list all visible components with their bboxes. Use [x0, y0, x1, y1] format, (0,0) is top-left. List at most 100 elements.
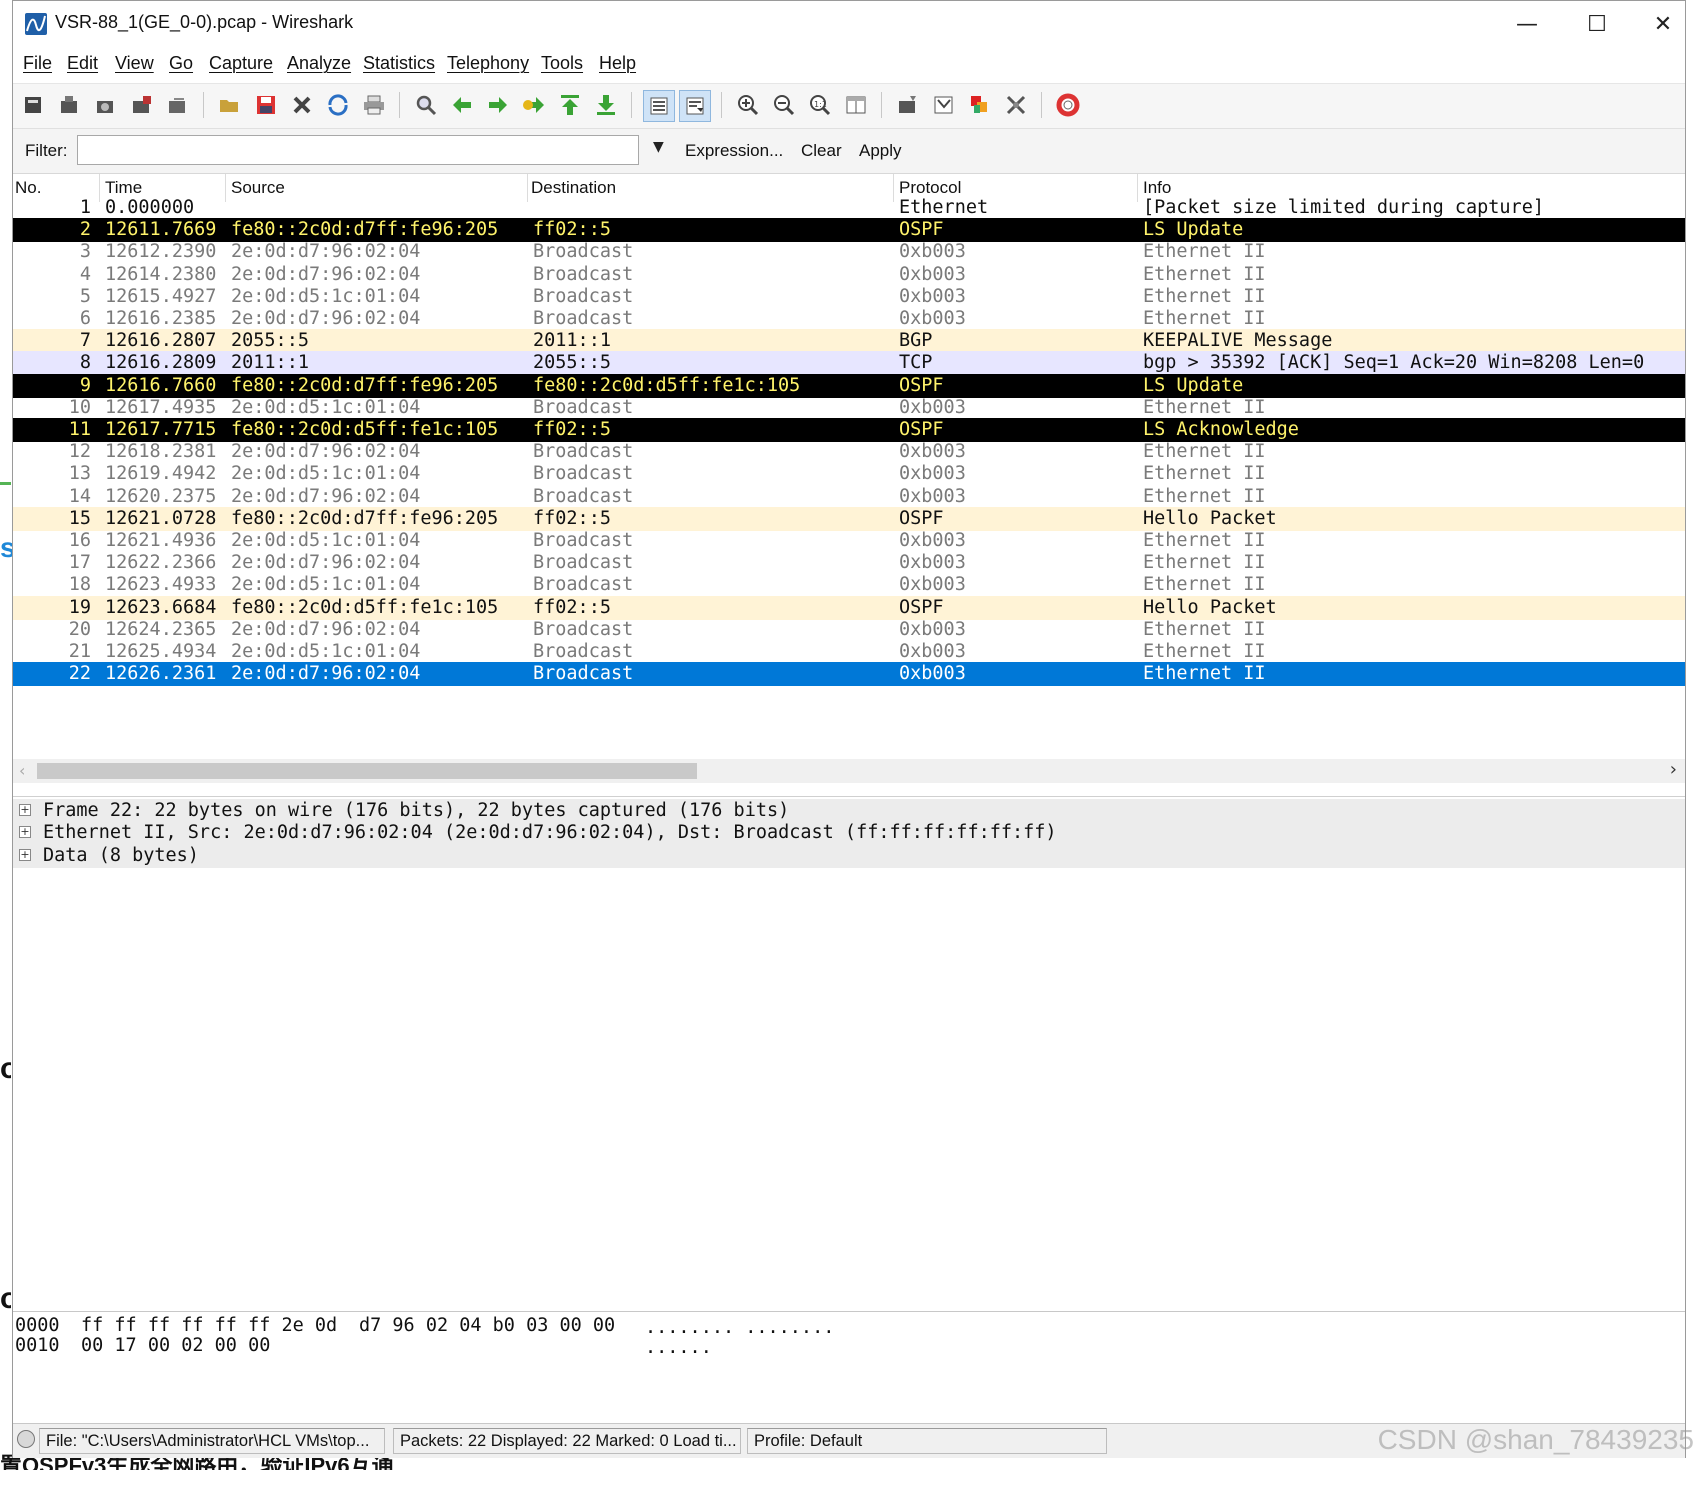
- packet-info: [Packet size limited during capture]: [1143, 197, 1544, 218]
- packet-row[interactable]: 11 12617.7715 fe80::2c0d:d5ff:fe1c:105 ff02…: [13, 418, 1685, 442]
- expand-icon[interactable]: +: [19, 826, 31, 839]
- go-first-icon[interactable]: [555, 90, 585, 120]
- maximize-button[interactable]: ☐: [1575, 7, 1619, 41]
- find-packet-icon[interactable]: [411, 90, 441, 120]
- column-header-destination[interactable]: Destination: [531, 178, 616, 198]
- packet-info: Ethernet II: [1143, 641, 1266, 662]
- column-header-protocol[interactable]: Protocol: [899, 178, 961, 198]
- expression-button[interactable]: Expression...: [685, 141, 783, 161]
- minimize-button[interactable]: —: [1505, 7, 1549, 41]
- menu-view[interactable]: View: [115, 53, 154, 74]
- column-header-source[interactable]: Source: [231, 178, 285, 198]
- packet-row[interactable]: 15 12621.0728 fe80::2c0d:d7ff:fe96:205 ff02…: [13, 506, 1685, 531]
- packet-row[interactable]: 6 12616.2385 2e:0d:d7:96:02:04 Broadcast 0xb…: [13, 307, 1685, 331]
- stop-capture-icon[interactable]: [127, 90, 157, 120]
- packet-row[interactable]: 2 12611.7669 fe80::2c0d:d7ff:fe96:205 ff02:…: [13, 218, 1685, 243]
- packet-row[interactable]: 13 12619.4942 2e:0d:d5:1c:01:04 Broadcast 0x…: [13, 462, 1685, 486]
- scroll-left-icon[interactable]: ‹: [19, 761, 25, 780]
- save-file-icon[interactable]: [251, 90, 281, 120]
- zoom-in-icon[interactable]: [733, 90, 763, 120]
- packet-row[interactable]: 17 12622.2366 2e:0d:d7:96:02:04 Broadcast 0x…: [13, 551, 1685, 575]
- expand-icon[interactable]: +: [19, 804, 31, 816]
- menu-capture[interactable]: Capture: [209, 53, 273, 74]
- zoom-normal-icon[interactable]: 1:1: [805, 90, 835, 120]
- bytes-hex: 00 17 00 02 00 00: [81, 1335, 271, 1356]
- menu-file[interactable]: File: [23, 53, 52, 74]
- autoscroll-icon[interactable]: [679, 90, 711, 122]
- colorize-icon[interactable]: [643, 90, 675, 122]
- detail-tree-item[interactable]: + Ethernet II, Src: 2e:0d:d7:96:02:04 (2e…: [13, 821, 1685, 846]
- filter-input[interactable]: [77, 135, 639, 165]
- packet-row[interactable]: 3 12612.2390 2e:0d:d7:96:02:04 Broadcast 0xb…: [13, 240, 1685, 264]
- capture-filters-icon[interactable]: [893, 90, 923, 120]
- close-button[interactable]: ✕: [1641, 7, 1685, 41]
- go-to-packet-icon[interactable]: [519, 90, 549, 120]
- display-filters-icon[interactable]: [929, 90, 959, 120]
- filter-dropdown-icon[interactable]: ▼: [653, 139, 664, 155]
- preferences-icon[interactable]: [1001, 90, 1031, 120]
- column-header-no[interactable]: No.: [15, 178, 41, 198]
- expert-info-led-icon[interactable]: [17, 1430, 35, 1448]
- reload-icon[interactable]: [323, 90, 353, 120]
- zoom-out-icon[interactable]: [769, 90, 799, 120]
- packet-row[interactable]: 18 12623.4933 2e:0d:d5:1c:01:04 Broadcast 0x…: [13, 573, 1685, 597]
- packet-row[interactable]: 21 12625.4934 2e:0d:d5:1c:01:04 Broadcast 0x…: [13, 640, 1685, 664]
- packet-row[interactable]: 14 12620.2375 2e:0d:d7:96:02:04 Broadcast 0x…: [13, 485, 1685, 509]
- resize-columns-icon[interactable]: [841, 90, 871, 120]
- packet-source: 2e:0d:d7:96:02:04: [231, 441, 421, 463]
- packet-destination: Broadcast: [533, 552, 634, 574]
- menu-tools[interactable]: Tools: [541, 53, 583, 74]
- scrollbar-thumb[interactable]: [37, 763, 697, 779]
- column-header-info[interactable]: Info: [1143, 178, 1171, 198]
- menu-analyze[interactable]: Analyze: [287, 53, 351, 74]
- open-file-icon[interactable]: [215, 90, 245, 120]
- detail-tree-item[interactable]: + Data (8 bytes): [13, 843, 1685, 868]
- coloring-rules-icon[interactable]: [965, 90, 995, 120]
- packet-row[interactable]: 22 12626.2361 2e:0d:d7:96:02:04 Broadcast 0x…: [13, 662, 1685, 687]
- menu-help[interactable]: Help: [599, 53, 636, 74]
- packet-row[interactable]: 9 12616.7660 fe80::2c0d:d7ff:fe96:205 fe80:…: [13, 373, 1685, 398]
- clear-button[interactable]: Clear: [801, 141, 842, 161]
- packet-row[interactable]: 7 12616.2807 2055::5 2011::1 BGP KEEPALIVE Me…: [13, 329, 1685, 354]
- print-icon[interactable]: [359, 90, 389, 120]
- go-back-icon[interactable]: [447, 90, 477, 120]
- packet-destination: Broadcast: [533, 530, 634, 551]
- interfaces-icon[interactable]: [19, 90, 49, 120]
- menu-go[interactable]: Go: [169, 53, 193, 74]
- packet-protocol: 0xb003: [899, 241, 966, 263]
- packet-row[interactable]: 1 0.000000 Ethernet [Packet size limited du…: [13, 196, 1685, 220]
- expand-icon[interactable]: +: [19, 848, 31, 861]
- packet-time: 12612.2390: [105, 241, 217, 263]
- packet-row[interactable]: 5 12615.4927 2e:0d:d5:1c:01:04 Broadcast 0xb…: [13, 285, 1685, 309]
- go-last-icon[interactable]: [591, 90, 621, 120]
- packet-row[interactable]: 4 12614.2380 2e:0d:d7:96:02:04 Broadcast 0xb…: [13, 263, 1685, 287]
- packet-info: Hello Packet: [1143, 507, 1277, 529]
- apply-button[interactable]: Apply: [859, 141, 902, 161]
- restart-capture-icon[interactable]: [163, 90, 193, 120]
- packet-row[interactable]: 10 12617.4935 2e:0d:d5:1c:01:04 Broadcast 0x…: [13, 396, 1685, 420]
- status-profile[interactable]: Profile: Default: [747, 1428, 1107, 1454]
- packet-source: fe80::2c0d:d7ff:fe96:205: [231, 219, 499, 241]
- help-icon[interactable]: [1053, 90, 1083, 120]
- packet-info: Ethernet II: [1143, 285, 1266, 307]
- packet-no: 7: [79, 330, 91, 352]
- close-file-icon[interactable]: [287, 90, 317, 120]
- menu-statistics[interactable]: Statistics: [363, 53, 435, 74]
- detail-tree-item[interactable]: + Frame 22: 22 bytes on wire (176 bits), …: [13, 799, 1685, 823]
- start-capture-icon[interactable]: [91, 90, 121, 120]
- options-icon[interactable]: [55, 90, 85, 120]
- packet-no: 2: [79, 219, 91, 241]
- go-forward-icon[interactable]: [483, 90, 513, 120]
- packet-row[interactable]: 12 12618.2381 2e:0d:d7:96:02:04 Broadcast 0x…: [13, 440, 1685, 464]
- column-header-time[interactable]: Time: [105, 178, 142, 198]
- packet-row[interactable]: 20 12624.2365 2e:0d:d7:96:02:04 Broadcast 0x…: [13, 618, 1685, 642]
- bytes-hex: ff ff ff ff ff ff 2e 0d: [81, 1315, 338, 1336]
- scroll-right-icon[interactable]: ›: [1670, 759, 1677, 780]
- packet-source: 2011::1: [231, 352, 309, 374]
- packet-row[interactable]: 8 12616.2809 2011::1 2055::5 TCP bgp > 35392 …: [13, 351, 1685, 376]
- packet-row[interactable]: 16 12621.4936 2e:0d:d5:1c:01:04 Broadcast 0x…: [13, 529, 1685, 553]
- packet-row[interactable]: 19 12623.6684 fe80::2c0d:d5ff:fe1c:105 ff02…: [13, 595, 1685, 620]
- packet-list-hscrollbar[interactable]: ‹ ›: [13, 759, 1685, 783]
- menu-telephony[interactable]: Telephony: [447, 53, 529, 74]
- menu-edit[interactable]: Edit: [67, 53, 98, 74]
